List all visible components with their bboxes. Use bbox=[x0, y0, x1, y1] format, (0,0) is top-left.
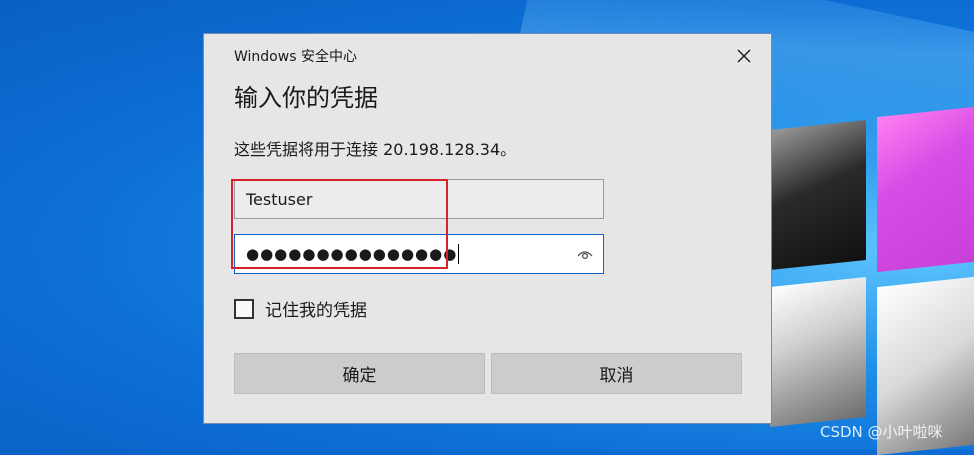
eye-icon[interactable] bbox=[577, 246, 593, 265]
windows-logo-pane bbox=[770, 276, 866, 428]
text-caret bbox=[458, 244, 460, 264]
remember-credentials-option[interactable]: 记住我的凭据 bbox=[234, 296, 367, 321]
cancel-button[interactable]: 取消 bbox=[491, 353, 742, 394]
ok-button[interactable]: 确定 bbox=[234, 353, 485, 394]
username-field[interactable]: Testuser bbox=[234, 179, 604, 219]
password-field[interactable]: ●●●●●●●●●●●●●●● bbox=[234, 234, 604, 274]
connection-description: 这些凭据将用于连接 20.198.128.34。 bbox=[234, 140, 517, 159]
windows-logo-pane bbox=[877, 106, 974, 273]
password-mask: ●●●●●●●●●●●●●●● bbox=[246, 245, 458, 263]
close-button[interactable] bbox=[724, 40, 764, 72]
window-title: Windows 安全中心 bbox=[234, 49, 357, 65]
windows-logo-pane bbox=[770, 119, 866, 271]
remember-label: 记住我的凭据 bbox=[265, 301, 367, 321]
dialog-heading: 输入你的凭据 bbox=[234, 84, 378, 112]
close-icon[interactable] bbox=[737, 49, 751, 63]
watermark-text: CSDN @小叶啦咪 bbox=[820, 423, 943, 441]
username-value: Testuser bbox=[246, 189, 313, 209]
remember-checkbox[interactable] bbox=[234, 298, 254, 319]
credential-dialog: Windows 安全中心 输入你的凭据 这些凭据将用于连接 20.198.128… bbox=[203, 33, 772, 424]
